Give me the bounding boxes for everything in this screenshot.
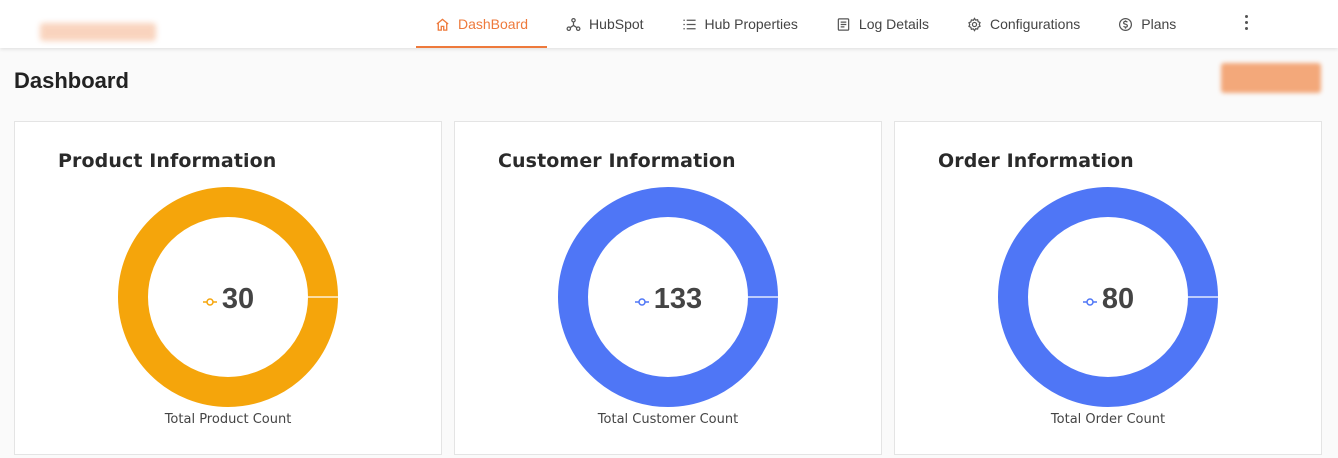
card-caption: Total Customer Count <box>597 412 739 427</box>
nav-tab-label: Plans <box>1141 16 1177 32</box>
page-title: Dashboard <box>14 68 129 93</box>
product-information-card: Product Information 30 Total Product Cou… <box>14 121 442 455</box>
nav-tab-dashboard[interactable]: DashBoard <box>416 0 548 48</box>
app-logo[interactable] <box>40 23 156 41</box>
marker-dot <box>206 298 214 306</box>
top-navbar: DashBoard HubSpot Hub Properties Log Det… <box>0 0 1338 48</box>
total-value: 30 <box>221 282 255 315</box>
card-caption: Total Product Count <box>164 412 292 427</box>
card-title: Customer Information <box>498 150 736 172</box>
document-icon <box>837 17 850 31</box>
legend-marker-icon <box>634 298 649 306</box>
nav-tab-plans[interactable]: Plans <box>1099 0 1195 48</box>
marker-dot <box>638 298 646 306</box>
legend-marker-icon <box>1082 298 1097 306</box>
nav-tab-label: DashBoard <box>458 16 529 32</box>
nav-tab-label: HubSpot <box>589 16 644 32</box>
card-caption: Total Order Count <box>1050 412 1166 427</box>
hubspot-icon <box>566 17 581 31</box>
nav-tab-hub-properties[interactable]: Hub Properties <box>663 0 817 48</box>
card-title: Order Information <box>938 150 1134 172</box>
order-information-card: Order Information 80 Total Order Count <box>894 121 1322 455</box>
nav-tab-log-details[interactable]: Log Details <box>817 0 948 48</box>
customer-information-card: Customer Information 133 Total Customer … <box>454 121 882 455</box>
donut-center: 30 <box>118 282 338 316</box>
vertical-dots-icon[interactable] <box>1236 10 1256 34</box>
dollar-icon <box>1119 17 1133 31</box>
nav-tab-hubspot[interactable]: HubSpot <box>547 0 662 48</box>
main-nav: DashBoard HubSpot Hub Properties Log Det… <box>416 0 1195 48</box>
nav-tab-label: Configurations <box>989 16 1081 32</box>
card-title: Product Information <box>58 150 277 172</box>
nav-tab-configurations[interactable]: Configurations <box>948 0 1099 48</box>
nav-tab-label: Hub Properties <box>704 16 798 32</box>
marker-dot <box>1086 298 1094 306</box>
nav-tab-label: Log Details <box>858 16 929 32</box>
home-icon <box>436 17 449 31</box>
donut-center: 133 <box>558 282 778 316</box>
gear-icon <box>968 16 981 32</box>
legend-marker-icon <box>202 298 217 306</box>
total-value: 80 <box>1101 282 1135 315</box>
donut-center: 80 <box>998 282 1218 316</box>
total-value: 133 <box>653 282 703 315</box>
header-action-button[interactable] <box>1221 63 1321 93</box>
list-icon <box>682 19 696 29</box>
